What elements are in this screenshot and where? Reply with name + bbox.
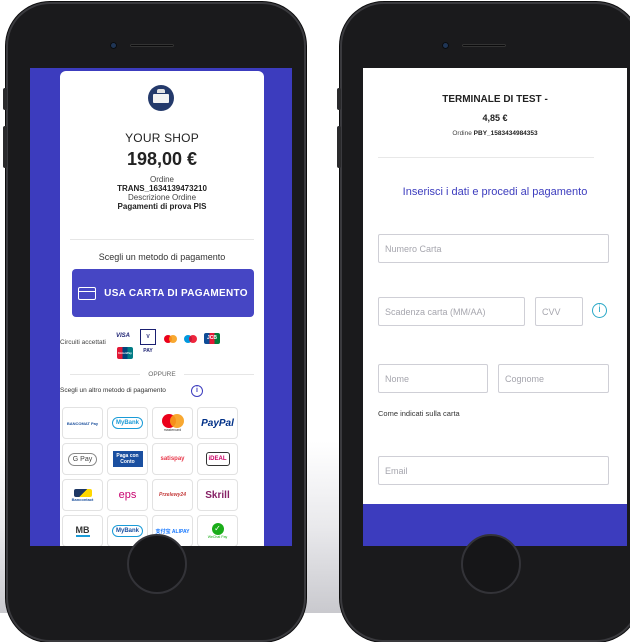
phone-right: TERMINALE DI TEST - 4,85 € Ordine PBY_15…	[337, 2, 630, 642]
method-eps[interactable]: eps	[107, 479, 148, 511]
home-button	[127, 534, 187, 594]
method-bancomat-pay[interactable]: BANCOMAT Pay	[62, 407, 103, 439]
other-method-label: Scegli un altro metodo di pagamento	[60, 387, 166, 394]
volume-up-button	[3, 126, 7, 168]
description-value: Pagamenti di prova PIS	[117, 202, 207, 211]
phone-left: YOUR SHOP 198,00 € Ordine TRANS_16341394…	[3, 2, 306, 642]
unionpay-logo: UnionPay	[117, 347, 133, 359]
method-paga-con-conto[interactable]: Paga con Conto	[107, 443, 148, 475]
info-icon[interactable]: i	[191, 385, 203, 397]
check-icon: ✓	[211, 523, 224, 535]
mute-switch	[3, 88, 7, 110]
jcb-logo: JCB	[204, 333, 220, 344]
home-button	[461, 534, 521, 594]
divider	[184, 374, 254, 375]
order-label: Ordine	[149, 175, 174, 184]
card-number-input[interactable]: Numero Carta	[378, 234, 609, 263]
email-input[interactable]: Email	[378, 456, 609, 485]
order-amount: 4,85 €	[482, 113, 508, 123]
method-bancontact[interactable]: Bancontact	[62, 479, 103, 511]
payment-page-screen: YOUR SHOP 198,00 € Ordine TRANS_16341394…	[30, 68, 292, 546]
divider	[70, 239, 254, 240]
order-id: TRANS_1634139473210	[117, 184, 207, 193]
mute-switch	[337, 88, 341, 110]
card-entry-screen: TERMINALE DI TEST - 4,85 € Ordine PBY_15…	[363, 68, 627, 546]
choose-method-label: Scegli un metodo di pagamento	[98, 252, 226, 262]
order-line: Ordine PBY_1583434984353	[363, 130, 627, 137]
order-amount: 198,00 €	[126, 149, 198, 169]
instructions: Inserisci i dati e procedi al pagamento	[402, 186, 588, 198]
method-skrill[interactable]: Skrill	[197, 479, 238, 511]
shop-name: YOUR SHOP	[125, 131, 199, 145]
camera-icon	[442, 42, 449, 49]
order-id: PBY_1583434984353	[473, 130, 538, 137]
description-label: Descrizione Ordine	[127, 193, 197, 202]
speaker-grille	[130, 44, 174, 47]
method-paypal[interactable]: PayPal	[197, 407, 238, 439]
last-name-input[interactable]: Cognome	[498, 364, 609, 393]
shop-logo-icon	[148, 85, 174, 111]
terminal-title: TERMINALE DI TEST -	[442, 94, 548, 105]
method-mastercard[interactable]: mastercard	[152, 407, 193, 439]
method-ideal[interactable]: iDEAL	[197, 443, 238, 475]
visa-logo: VISA	[116, 333, 131, 339]
speaker-grille	[462, 44, 506, 47]
name-note: Come indicati sulla carta	[378, 409, 460, 418]
bancontact-icon	[73, 488, 92, 497]
info-icon[interactable]: i	[592, 303, 607, 318]
expiry-input[interactable]: Scadenza carta (MM/AA)	[378, 297, 525, 326]
credit-card-icon	[78, 286, 97, 300]
vpay-logo: V PAY	[140, 329, 156, 354]
method-multibanco[interactable]: MB	[62, 515, 103, 546]
accepted-circuits: VISA V PAY JCB UnionPay	[116, 329, 226, 361]
volume-up-button	[337, 126, 341, 168]
method-satispay[interactable]: satispay	[152, 443, 193, 475]
camera-icon	[110, 42, 117, 49]
method-przelewy24[interactable]: Przelewy24	[152, 479, 193, 511]
payment-card: YOUR SHOP 198,00 € Ordine TRANS_16341394…	[60, 71, 264, 546]
method-mybank[interactable]: MyBank	[107, 407, 148, 439]
first-name-input[interactable]: Nome	[378, 364, 488, 393]
order-prefix: Ordine	[452, 130, 472, 137]
mastercard-circles-icon	[161, 414, 184, 428]
use-card-button-label: USA CARTA DI PAGAMENTO	[104, 287, 248, 299]
method-wechat-pay[interactable]: ✓ WeChat Pay	[197, 515, 238, 546]
mastercard-logo	[164, 335, 178, 343]
divider	[378, 157, 594, 158]
use-card-button[interactable]: USA CARTA DI PAGAMENTO	[72, 269, 254, 317]
cvv-input[interactable]: CVV	[535, 297, 583, 326]
accepted-circuits-label: Circuiti accettati	[60, 339, 106, 346]
method-google-pay[interactable]: G Pay	[62, 443, 103, 475]
maestro-logo	[184, 335, 198, 343]
